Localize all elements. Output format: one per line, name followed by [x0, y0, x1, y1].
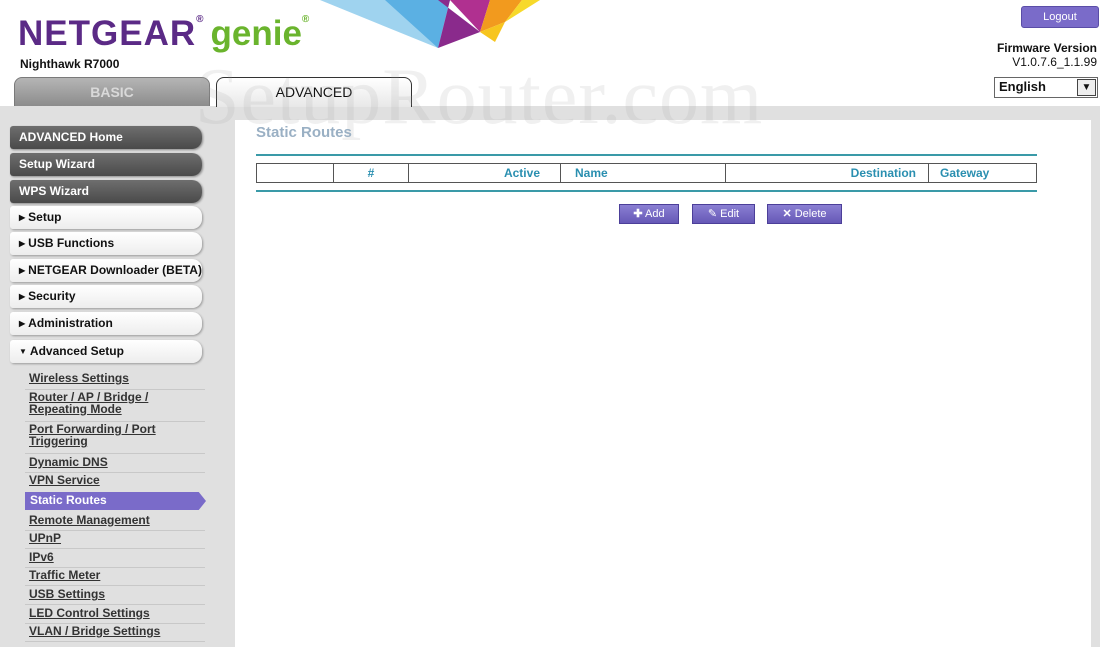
pencil-icon: ✎: [707, 208, 718, 220]
sidebar-item-label: Triggering: [29, 434, 88, 448]
firmware-label: Firmware Version: [996, 41, 1097, 55]
logout-button[interactable]: Logout: [1021, 6, 1099, 28]
triangle-right-icon: ▶: [19, 266, 26, 275]
sidebar-setup-wizard[interactable]: Setup Wizard: [10, 153, 202, 176]
router-model: Nighthawk R7000: [20, 57, 120, 71]
chevron-down-icon[interactable]: ▼: [1077, 79, 1096, 96]
column-header-select: [257, 164, 334, 182]
brand-reg-mark: ®: [196, 14, 205, 25]
edit-button[interactable]: ✎ Edit: [692, 204, 755, 224]
sidebar-section-label: Security: [28, 289, 76, 303]
column-header-gateway: Gateway: [940, 166, 990, 180]
sidebar-section-advanced-setup[interactable]: ▼ Advanced Setup: [10, 340, 202, 363]
tab-advanced[interactable]: ADVANCED: [216, 77, 412, 107]
column-header-active: Active: [409, 164, 561, 182]
sidebar-section-security[interactable]: ▶ Security: [10, 285, 202, 308]
divider: [25, 604, 205, 605]
triangle-right-icon: ▶: [19, 292, 26, 301]
divider: [25, 641, 205, 642]
delete-button-label: Delete: [794, 208, 827, 220]
add-button-label: Add: [645, 208, 665, 220]
sidebar-item-router-ap-bridge[interactable]: Router / AP / Bridge / Repeating Mode: [25, 391, 205, 415]
triangle-right-icon: ▶: [19, 239, 26, 248]
sidebar-item-wireless-settings[interactable]: Wireless Settings: [25, 372, 205, 384]
sidebar-section-downloader[interactable]: ▶ NETGEAR Downloader (BETA): [10, 259, 202, 282]
sidebar-item-upnp[interactable]: UPnP: [25, 532, 205, 544]
brand-name: NETGEAR: [18, 14, 197, 53]
sidebar-item-label: Repeating Mode: [29, 402, 122, 416]
page-title: Static Routes: [256, 124, 352, 141]
divider: [256, 190, 1037, 192]
sidebar-advanced-home[interactable]: ADVANCED Home: [10, 126, 202, 149]
sidebar-section-label: USB Functions: [28, 236, 115, 250]
column-header-name: Name: [561, 164, 726, 182]
sidebar-item-remote-management[interactable]: Remote Management: [25, 514, 205, 526]
decorative-shapes-icon: [320, 0, 540, 48]
edit-button-label: Edit: [720, 208, 740, 220]
sidebar-section-label: Advanced Setup: [29, 344, 124, 358]
delete-button[interactable]: ✕ Delete: [767, 204, 842, 224]
sidebar-item-port-forwarding[interactable]: Port Forwarding / Port Triggering: [25, 423, 205, 447]
sidebar-item-ipv6[interactable]: IPv6: [25, 551, 205, 563]
add-button[interactable]: ✚ Add: [619, 204, 679, 224]
language-selected: English: [999, 79, 1046, 94]
sidebar-item-vlan-bridge[interactable]: VLAN / Bridge Settings: [25, 625, 205, 637]
sidebar-section-administration[interactable]: ▶ Administration: [10, 312, 202, 335]
sidebar-item-static-routes[interactable]: Static Routes: [25, 492, 206, 510]
content-panel: [235, 120, 1091, 647]
sidebar-item-led-control[interactable]: LED Control Settings: [25, 607, 205, 619]
divider: [25, 453, 205, 454]
routes-table-header: # Active Name Destination Gateway: [256, 163, 1037, 183]
sidebar-section-label: Setup: [28, 210, 62, 224]
triangle-right-icon: ▶: [19, 213, 26, 222]
triangle-down-icon: ▼: [19, 347, 27, 356]
sidebar-item-traffic-meter[interactable]: Traffic Meter: [25, 569, 205, 581]
plus-icon: ✚: [633, 208, 643, 220]
column-header-destination: Destination: [726, 164, 929, 182]
sidebar-item-usb-settings[interactable]: USB Settings: [25, 588, 205, 600]
sidebar-section-setup[interactable]: ▶ Setup: [10, 206, 202, 229]
close-icon: ✕: [782, 208, 792, 220]
sidebar-wps-wizard[interactable]: WPS Wizard: [10, 180, 202, 203]
divider: [25, 548, 205, 549]
language-select[interactable]: English ▼: [994, 77, 1098, 98]
firmware-version: V1.0.7.6_1.1.99: [1012, 55, 1097, 69]
product-name: genie: [210, 14, 302, 53]
sidebar-section-label: NETGEAR Downloader (BETA): [28, 263, 202, 277]
sidebar-item-vpn-service[interactable]: VPN Service: [25, 474, 205, 486]
triangle-right-icon: ▶: [19, 319, 26, 328]
divider: [25, 585, 205, 586]
tab-basic[interactable]: BASIC: [14, 77, 210, 107]
sidebar-section-usb-functions[interactable]: ▶ USB Functions: [10, 232, 202, 255]
sidebar-item-dynamic-dns[interactable]: Dynamic DNS: [25, 456, 205, 468]
divider: [256, 154, 1037, 156]
netgear-genie-logo: NETGEAR® genie®: [18, 14, 309, 54]
column-header-number: #: [334, 164, 409, 182]
sidebar-section-label: Administration: [28, 316, 113, 330]
